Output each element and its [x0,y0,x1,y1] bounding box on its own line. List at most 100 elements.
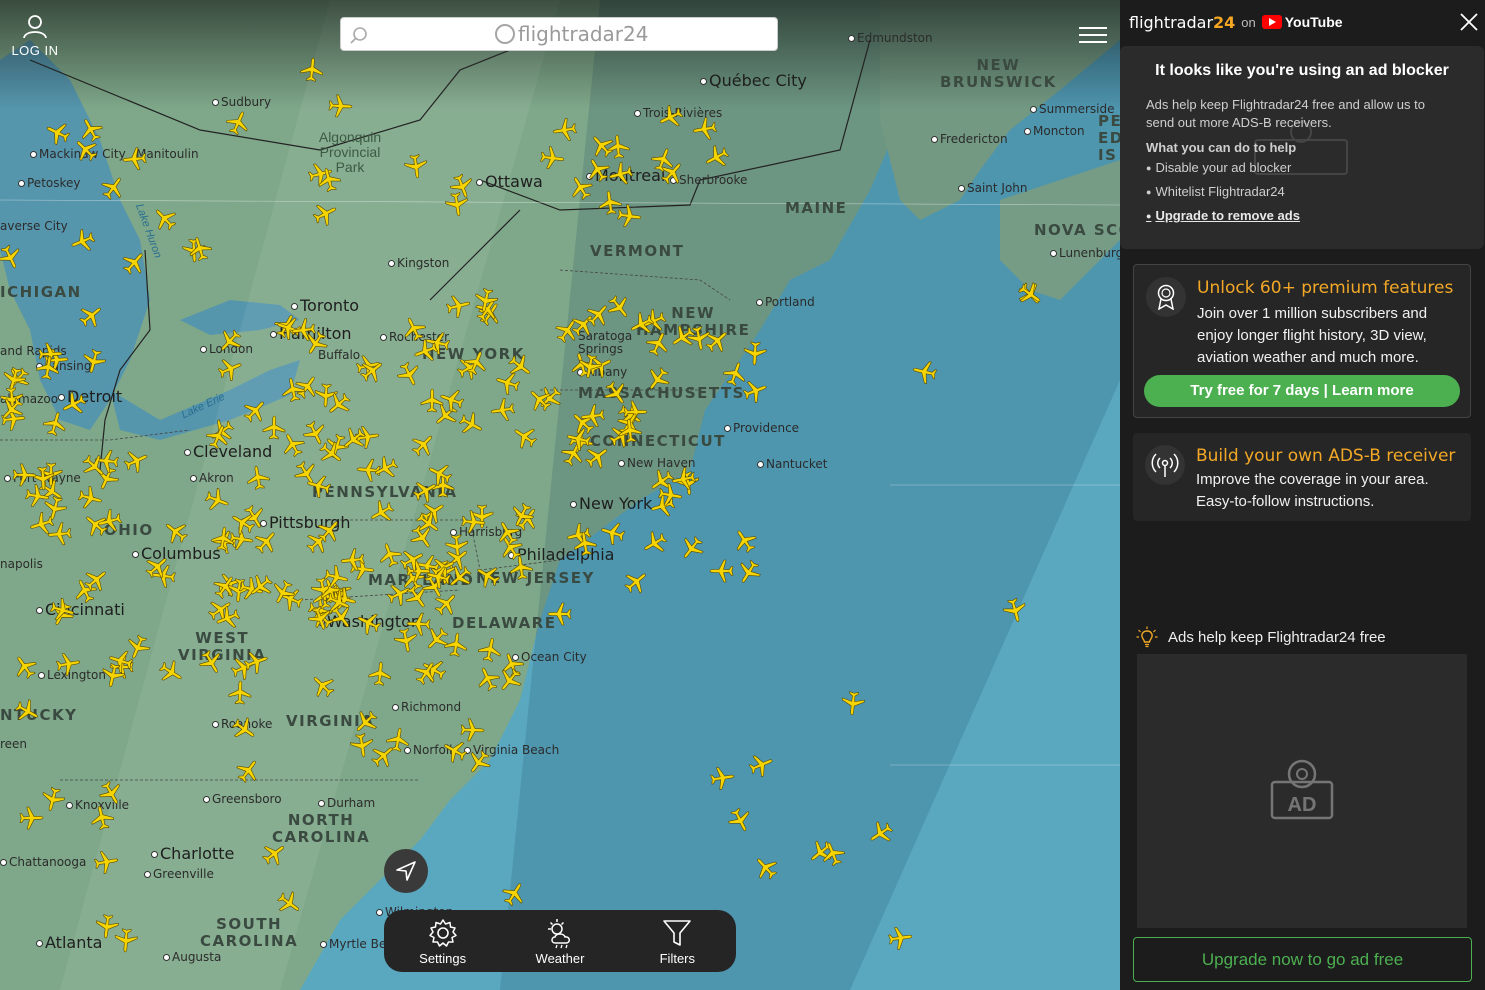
youtube-logo[interactable]: YouTube [1261,14,1343,30]
aircraft-icon[interactable] [585,302,611,328]
settings-button[interactable]: Settings [403,917,483,966]
aircraft-icon[interactable] [501,881,527,907]
aircraft-icon[interactable] [460,509,486,535]
aircraft-icon[interactable] [629,311,655,337]
aircraft-icon[interactable] [42,495,68,521]
aircraft-icon[interactable] [508,555,534,581]
aircraft-icon[interactable] [144,554,170,580]
aircraft-icon[interactable] [280,432,306,458]
aircraft-icon[interactable] [650,147,676,173]
aircraft-icon[interactable] [158,659,184,685]
aircraft-icon[interactable] [0,396,25,422]
aircraft-icon[interactable] [580,403,606,429]
aircraft-icon[interactable] [89,805,115,831]
aircraft-icon[interactable] [353,709,379,735]
aircraft-icon[interactable] [370,743,396,769]
aircraft-icon[interactable] [73,137,99,163]
aircraft-icon[interactable] [600,520,626,546]
aircraft-icon[interactable] [727,807,753,833]
aircraft-icon[interactable] [55,651,81,677]
login-button[interactable]: LOG IN [10,14,60,58]
aircraft-icon[interactable] [45,120,71,146]
aircraft-icon[interactable] [473,287,499,313]
aircraft-icon[interactable] [18,805,44,831]
aircraft-icon[interactable] [657,482,683,508]
aircraft-icon[interactable] [35,355,61,381]
search-input[interactable] [377,22,771,48]
aircraft-icon[interactable] [253,529,279,555]
aircraft-icon[interactable] [40,786,66,812]
aircraft-icon[interactable] [318,440,344,466]
aircraft-icon[interactable] [225,110,251,136]
aircraft-icon[interactable] [327,93,353,119]
aircraft-icon[interactable] [70,228,96,254]
aircraft-icon[interactable] [312,201,338,227]
aircraft-icon[interactable] [100,662,126,688]
adsb-card[interactable]: Build your own ADS-B receiver Improve th… [1133,433,1471,521]
aircraft-icon[interactable] [568,175,594,201]
aircraft-icon[interactable] [466,749,492,775]
aircraft-icon[interactable] [0,244,23,270]
aircraft-icon[interactable] [475,563,501,589]
aircraft-icon[interactable] [215,605,241,631]
aircraft-icon[interactable] [552,117,578,143]
aircraft-icon[interactable] [122,146,148,172]
aircraft-icon[interactable] [217,356,243,382]
aircraft-icon[interactable] [248,573,274,599]
aircraft-icon[interactable] [497,667,523,693]
aircraft-icon[interactable] [217,328,243,354]
aircraft-icon[interactable] [113,927,139,953]
aircraft-icon[interactable] [316,518,342,544]
aircraft-icon[interactable] [439,387,465,413]
aircraft-icon[interactable] [187,236,213,262]
aircraft-icon[interactable] [477,637,503,663]
aircraft-icon[interactable] [403,153,429,179]
aircraft-icon[interactable] [623,569,649,595]
aircraft-icon[interactable] [748,752,774,778]
aircraft-icon[interactable] [310,673,336,699]
aircraft-icon[interactable] [98,780,124,806]
aircraft-icon[interactable] [736,559,762,585]
aircraft-icon[interactable] [554,318,580,344]
aircraft-icon[interactable] [679,535,705,561]
aircraft-icon[interactable] [276,890,302,916]
aircraft-icon[interactable] [426,564,452,590]
aircraft-icon[interactable] [78,303,104,329]
aircraft-icon[interactable] [243,649,269,675]
aircraft-icon[interactable] [444,191,470,217]
aircraft-icon[interactable] [572,531,598,557]
aircraft-icon[interactable] [617,418,643,444]
aircraft-icon[interactable] [608,161,634,187]
aircraft-icon[interactable] [325,589,351,615]
aircraft-icon[interactable] [868,820,894,846]
aircraft-icon[interactable] [409,524,435,550]
aircraft-icon[interactable] [820,841,846,867]
aircraft-icon[interactable] [1002,597,1028,623]
aircraft-icon[interactable] [299,57,325,83]
aircraft-icon[interactable] [306,473,332,499]
aircraft-icon[interactable] [512,424,538,450]
aircraft-icon[interactable] [443,632,469,658]
aircraft-icon[interactable] [359,358,385,384]
aircraft-icon[interactable] [316,167,342,193]
aircraft-icon[interactable] [205,424,231,450]
aircraft-icon[interactable] [231,716,257,742]
aircraft-icon[interactable] [227,680,253,706]
aircraft-icon[interactable] [410,432,436,458]
aircraft-icon[interactable] [83,567,109,593]
aircraft-icon[interactable] [121,250,147,276]
close-icon[interactable] [1458,11,1480,33]
aircraft-icon[interactable] [577,353,603,379]
aircraft-icon[interactable] [704,144,730,170]
aircraft-icon[interactable] [527,387,553,413]
aircraft-icon[interactable] [495,520,521,546]
aircraft-icon[interactable] [245,465,271,491]
aircraft-icon[interactable] [81,348,107,374]
aircraft-icon[interactable] [413,338,439,364]
aircraft-icon[interactable] [709,765,735,791]
aircraft-icon[interactable] [163,519,189,545]
aircraft-icon[interactable] [198,649,224,675]
aircraft-icon[interactable] [14,698,40,724]
aircraft-icon[interactable] [490,397,516,423]
aircraft-icon[interactable] [642,530,668,556]
